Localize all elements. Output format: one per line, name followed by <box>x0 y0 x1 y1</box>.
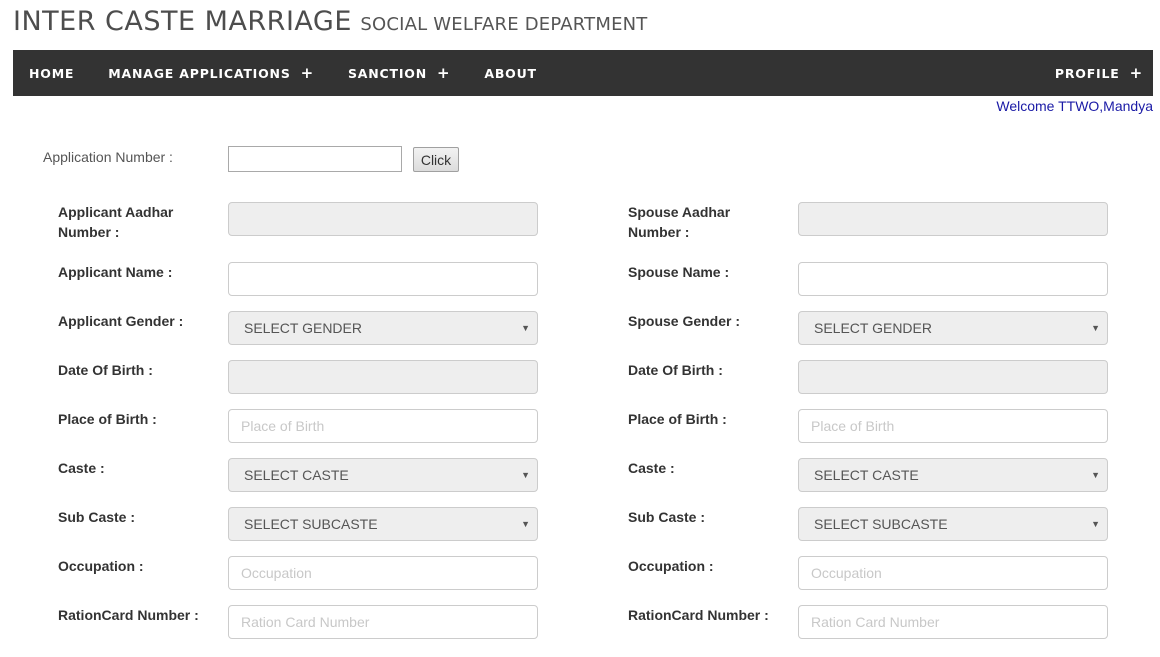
applicant-dob-label: Date Of Birth : <box>58 362 153 378</box>
applicant-rationcard-input[interactable]: Ration Card Number <box>228 605 538 639</box>
main-navbar: HOME MANAGE APPLICATIONS + SANCTION + ABOU… <box>13 50 1153 96</box>
nav-about[interactable]: ABOUT <box>467 50 554 96</box>
subcaste-row: Sub Caste : SELECT SUBCASTE ▼ Sub Caste … <box>0 507 1160 547</box>
spouse-occupation-label: Occupation : <box>628 558 714 574</box>
spouse-dob-label: Date Of Birth : <box>628 362 723 378</box>
spouse-occupation-placeholder: Occupation <box>811 565 882 581</box>
click-button[interactable]: Click <box>413 147 459 172</box>
applicant-subcaste-value: SELECT SUBCASTE <box>244 516 378 532</box>
spouse-rationcard-input[interactable]: Ration Card Number <box>798 605 1108 639</box>
plus-icon: + <box>1129 64 1143 82</box>
applicant-pob-input[interactable]: Place of Birth <box>228 409 538 443</box>
nav-profile[interactable]: PROFILE + <box>1038 50 1153 96</box>
dropdown-arrow-icon: ▼ <box>521 323 530 333</box>
applicant-aadhar-label: Applicant Aadhar Number : <box>58 204 174 240</box>
applicant-caste-value: SELECT CASTE <box>244 467 349 483</box>
dob-row: Date Of Birth : Date Of Birth : <box>0 360 1160 400</box>
spouse-gender-label: Spouse Gender : <box>628 313 741 329</box>
applicant-name-label: Applicant Name : <box>58 264 173 280</box>
applicant-gender-value: SELECT GENDER <box>244 320 362 336</box>
spouse-name-label: Spouse Name : <box>628 264 730 280</box>
nav-profile-label: PROFILE <box>1054 65 1120 81</box>
plus-icon: + <box>436 64 451 82</box>
spouse-rationcard-label: RationCard Number : <box>628 607 769 623</box>
applicant-pob-label: Place of Birth : <box>58 411 157 427</box>
applicant-subcaste-label: Sub Caste : <box>58 509 136 525</box>
plus-icon: + <box>300 64 314 82</box>
spouse-occupation-input[interactable]: Occupation <box>798 556 1108 590</box>
nav-sanction[interactable]: SANCTION + <box>331 50 467 96</box>
dropdown-arrow-icon: ▼ <box>521 470 530 480</box>
spouse-gender-value: SELECT GENDER <box>814 320 932 336</box>
gender-row: Applicant Gender : SELECT GENDER ▼ Spous… <box>0 311 1160 351</box>
application-number-input[interactable] <box>228 146 402 172</box>
spouse-caste-label: Caste : <box>628 460 675 476</box>
nav-manage-applications[interactable]: MANAGE APPLICATIONS + <box>91 50 331 96</box>
dropdown-arrow-icon: ▼ <box>1091 470 1100 480</box>
spouse-aadhar-label: Spouse Aadhar Number : <box>628 204 731 240</box>
nav-sanction-label: SANCTION <box>348 65 427 81</box>
spouse-dob-field[interactable] <box>798 360 1108 394</box>
dropdown-arrow-icon: ▼ <box>1091 519 1100 529</box>
spouse-pob-label: Place of Birth : <box>628 411 727 427</box>
spouse-pob-input[interactable]: Place of Birth <box>798 409 1108 443</box>
applicant-occupation-input[interactable]: Occupation <box>228 556 538 590</box>
spouse-aadhar-field[interactable] <box>798 202 1108 236</box>
spouse-rationcard-placeholder: Ration Card Number <box>811 614 940 630</box>
spouse-name-input[interactable] <box>798 262 1108 296</box>
nav-home[interactable]: HOME <box>13 50 91 96</box>
spouse-subcaste-label: Sub Caste : <box>628 509 706 525</box>
rationcard-row: RationCard Number : Ration Card Number R… <box>0 605 1160 645</box>
applicant-name-input[interactable] <box>228 262 538 296</box>
applicant-dob-field[interactable] <box>228 360 538 394</box>
applicant-caste-label: Caste : <box>58 460 105 476</box>
applicant-occupation-placeholder: Occupation <box>241 565 312 581</box>
pob-row: Place of Birth : Place of Birth Place of… <box>0 409 1160 449</box>
spouse-gender-select[interactable]: SELECT GENDER ▼ <box>798 311 1108 345</box>
dropdown-arrow-icon: ▼ <box>1091 323 1100 333</box>
applicant-rationcard-label: RationCard Number : <box>58 607 199 623</box>
page-header: INTER CASTE MARRIAGE SOCIAL WELFARE DEPA… <box>13 6 648 46</box>
applicant-pob-placeholder: Place of Birth <box>241 418 325 434</box>
application-number-label: Application Number : <box>43 149 173 165</box>
applicant-subcaste-select[interactable]: SELECT SUBCASTE ▼ <box>228 507 538 541</box>
occupation-row: Occupation : Occupation Occupation : Occ… <box>0 556 1160 596</box>
welcome-message: Welcome TTWO,Mandya <box>996 98 1153 114</box>
applicant-rationcard-placeholder: Ration Card Number <box>241 614 370 630</box>
spouse-subcaste-select[interactable]: SELECT SUBCASTE ▼ <box>798 507 1108 541</box>
department-subtitle: SOCIAL WELFARE DEPARTMENT <box>360 14 648 35</box>
name-row: Applicant Name : Spouse Name : <box>0 262 1160 302</box>
applicant-occupation-label: Occupation : <box>58 558 144 574</box>
aadhar-row: Applicant Aadhar Number : Spouse Aadhar … <box>0 202 1160 242</box>
nav-about-label: ABOUT <box>484 65 537 81</box>
applicant-caste-select[interactable]: SELECT CASTE ▼ <box>228 458 538 492</box>
nav-home-label: HOME <box>29 65 75 81</box>
spouse-caste-value: SELECT CASTE <box>814 467 919 483</box>
applicant-aadhar-field[interactable] <box>228 202 538 236</box>
spouse-pob-placeholder: Place of Birth <box>811 418 895 434</box>
app-title: INTER CASTE MARRIAGE <box>13 6 352 37</box>
applicant-gender-select[interactable]: SELECT GENDER ▼ <box>228 311 538 345</box>
nav-manage-applications-label: MANAGE APPLICATIONS <box>108 65 291 81</box>
dropdown-arrow-icon: ▼ <box>521 519 530 529</box>
spouse-subcaste-value: SELECT SUBCASTE <box>814 516 948 532</box>
spouse-caste-select[interactable]: SELECT CASTE ▼ <box>798 458 1108 492</box>
caste-row: Caste : SELECT CASTE ▼ Caste : SELECT CA… <box>0 458 1160 498</box>
applicant-gender-label: Applicant Gender : <box>58 313 184 329</box>
